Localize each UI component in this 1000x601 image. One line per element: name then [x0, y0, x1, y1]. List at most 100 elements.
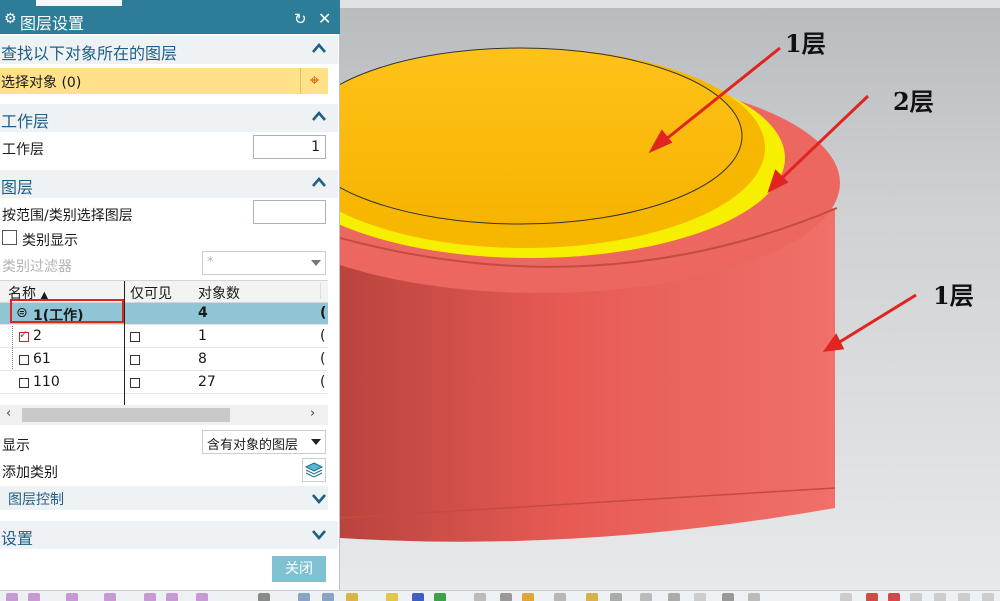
tool-icon[interactable] — [474, 593, 486, 601]
tool-icon[interactable] — [412, 593, 424, 601]
layers-section-header[interactable]: 图层 — [0, 170, 338, 198]
layer-object-count: 4 — [198, 305, 208, 321]
tool-icon[interactable] — [522, 593, 534, 601]
chevron-up-icon[interactable] — [310, 108, 328, 126]
reset-icon[interactable]: ↻ — [294, 10, 307, 28]
range-select-input[interactable] — [253, 200, 326, 224]
tool-icon[interactable] — [586, 593, 598, 601]
add-category-label: 添加类别 — [2, 465, 58, 481]
tool-icon[interactable] — [298, 593, 310, 601]
tool-icon[interactable] — [866, 593, 878, 601]
tool-icon[interactable] — [840, 593, 852, 601]
tool-icon[interactable] — [958, 593, 970, 601]
view-cube-icon[interactable] — [28, 593, 40, 601]
layer-name: 2 — [33, 328, 42, 344]
work-layer-input[interactable]: 1 — [253, 135, 326, 159]
column-header-object-count[interactable]: 对象数 — [198, 283, 240, 303]
overflow-cell: ( — [320, 305, 327, 321]
tool-icon[interactable] — [668, 593, 680, 601]
chevron-down-icon — [311, 260, 321, 266]
chevron-down-icon[interactable] — [310, 489, 328, 507]
tool-icon[interactable] — [982, 593, 994, 601]
overflow-cell: ( — [320, 374, 326, 390]
tool-icon[interactable] — [640, 593, 652, 601]
tool-icon[interactable] — [888, 593, 900, 601]
tool-icon[interactable] — [434, 593, 446, 601]
tool-icon[interactable] — [346, 593, 358, 601]
scroll-thumb[interactable] — [22, 408, 230, 422]
visible-only-checkbox[interactable] — [130, 355, 140, 365]
show-select-value: 含有对象的图层 — [207, 438, 299, 453]
tool-icon[interactable] — [748, 593, 760, 601]
gear-icon[interactable]: ⚙ — [4, 11, 17, 27]
select-object-label: 选择对象 (0) — [1, 75, 82, 91]
category-display-label: 类别显示 — [22, 233, 78, 249]
layer-object-count: 8 — [198, 351, 207, 367]
category-display-checkbox[interactable] — [2, 230, 17, 245]
crosshair-icon[interactable]: ⌖ — [300, 68, 328, 94]
chevron-down-icon[interactable] — [310, 525, 328, 543]
category-filter-select[interactable]: * — [202, 251, 326, 275]
layers-section-title: 图层 — [1, 178, 34, 197]
visible-only-checkbox[interactable] — [130, 332, 140, 342]
category-filter-label: 类别过滤器 — [2, 259, 72, 275]
tool-icon[interactable] — [934, 593, 946, 601]
select-object-row[interactable]: 选择对象 (0) ⌖ — [0, 68, 328, 94]
tool-icon[interactable] — [500, 593, 512, 601]
layer-visible-checkbox[interactable] — [19, 355, 29, 365]
callout-layer-1-side: 1层 — [933, 281, 974, 310]
scroll-right-icon[interactable]: › — [310, 406, 315, 421]
layers-stack-icon — [304, 462, 324, 478]
view-cube-icon[interactable] — [6, 593, 18, 601]
visible-only-checkbox[interactable] — [130, 378, 140, 388]
bottom-toolbar — [0, 590, 1000, 601]
range-select-label: 按范围/类别选择图层 — [2, 208, 133, 224]
3d-viewport[interactable]: 1层 2层 1层 — [340, 8, 1000, 590]
add-category-button[interactable] — [302, 458, 326, 482]
find-section-header[interactable]: 查找以下对象所在的图层 — [0, 36, 338, 64]
view-cube-icon[interactable] — [104, 593, 116, 601]
view-cube-icon[interactable] — [66, 593, 78, 601]
close-icon[interactable]: ✕ — [318, 9, 331, 28]
layer-visible-checkbox[interactable] — [19, 378, 29, 388]
column-header-visible-only[interactable]: 仅可见 — [130, 283, 172, 303]
table-row[interactable]: 2 1 ( — [0, 326, 328, 348]
tool-icon[interactable] — [386, 593, 398, 601]
layer-object-count: 1 — [198, 328, 207, 344]
settings-section-header[interactable]: 设置 — [0, 521, 338, 549]
overflow-cell: ( — [320, 351, 326, 367]
column-header-overflow — [320, 283, 328, 299]
scroll-left-icon[interactable]: ‹ — [6, 406, 11, 421]
work-layer-section-title: 工作层 — [1, 112, 50, 131]
tool-icon[interactable] — [322, 593, 334, 601]
close-button[interactable]: 关闭 — [272, 556, 326, 582]
horizontal-scrollbar[interactable]: ‹ › — [0, 405, 328, 425]
layer-control-header[interactable]: 图层控制 — [0, 486, 328, 510]
table-row[interactable]: 110 27 ( — [0, 372, 328, 394]
work-layer-label: 工作层 — [2, 142, 44, 158]
chevron-up-icon[interactable] — [310, 174, 328, 192]
layer-settings-dialog: ⚙ 图层设置 ↻ ✕ 查找以下对象所在的图层 选择对象 (0) ⌖ 工作层 工作… — [0, 0, 340, 590]
view-cube-icon[interactable] — [196, 593, 208, 601]
chevron-up-icon[interactable] — [310, 40, 328, 58]
table-row[interactable]: 61 8 ( — [0, 349, 328, 371]
show-label: 显示 — [2, 438, 30, 454]
callout-layer-2: 2层 — [893, 87, 934, 116]
dialog-title: 图层设置 — [20, 14, 85, 33]
layer-visible-checkbox[interactable] — [19, 328, 29, 342]
tool-icon[interactable] — [554, 593, 566, 601]
callout-layer-1-top: 1层 — [785, 29, 826, 58]
tool-icon[interactable] — [258, 593, 270, 601]
tool-icon[interactable] — [694, 593, 706, 601]
view-cube-icon[interactable] — [166, 593, 178, 601]
tool-icon[interactable] — [610, 593, 622, 601]
work-layer-section-header[interactable]: 工作层 — [0, 104, 338, 132]
tool-icon[interactable] — [722, 593, 734, 601]
show-select[interactable]: 含有对象的图层 — [202, 430, 326, 454]
find-section-title: 查找以下对象所在的图层 — [1, 44, 178, 63]
layer-object-count: 27 — [198, 374, 216, 390]
settings-section-title: 设置 — [1, 529, 34, 548]
layer-name: 61 — [33, 351, 51, 367]
tool-icon[interactable] — [910, 593, 922, 601]
view-cube-icon[interactable] — [144, 593, 156, 601]
